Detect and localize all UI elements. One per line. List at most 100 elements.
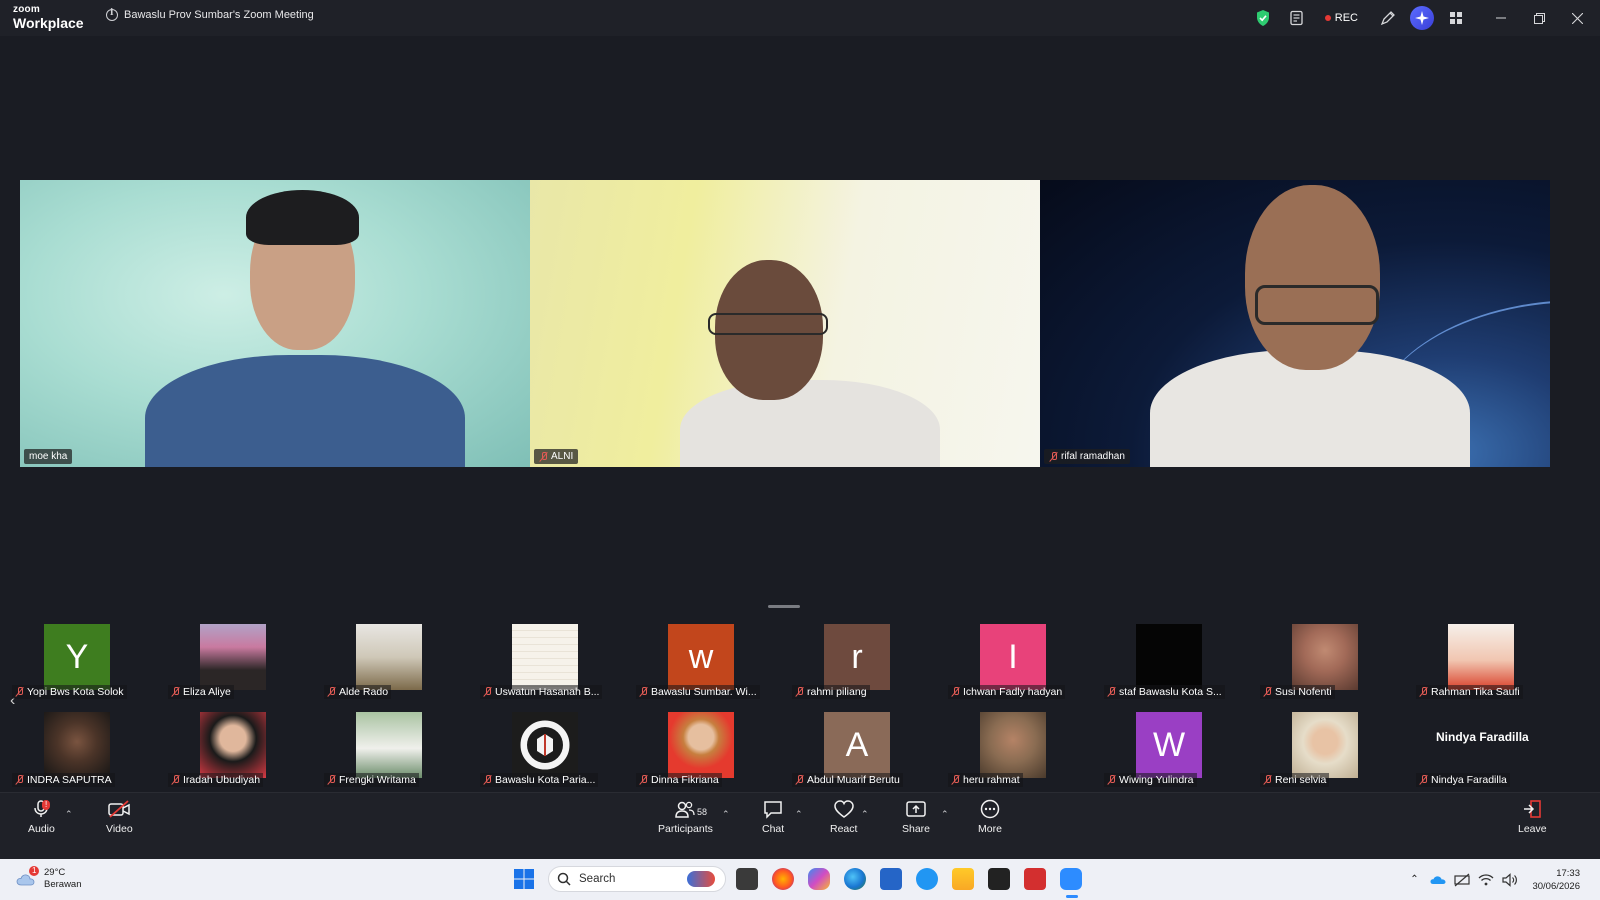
store-icon[interactable] [880, 868, 902, 890]
app-c-icon[interactable] [916, 868, 938, 890]
participant-hair [246, 190, 359, 245]
edge-icon[interactable] [844, 868, 866, 890]
wps-office-icon[interactable] [1024, 868, 1046, 890]
video-button[interactable]: Video [106, 799, 133, 835]
video-tile-moe-kha[interactable]: moe kha [20, 180, 530, 467]
mic-muted-icon [1419, 687, 1428, 697]
windows-start-icon[interactable] [513, 868, 535, 890]
mic-muted-icon [15, 775, 24, 785]
gallery-strip: Y Yopi Bws Kota Solok Eliza Aliye Alde R… [0, 622, 1600, 792]
apps-grid-icon[interactable] [1446, 8, 1466, 28]
mic-muted-icon [639, 775, 648, 785]
mic-muted-icon [171, 775, 180, 785]
gallery-tile[interactable]: W Wiwing Yulindra [1092, 710, 1247, 788]
participant-name: rahmi piliang [792, 685, 870, 699]
chat-button[interactable]: Chat [762, 799, 784, 835]
copilot-icon[interactable] [808, 868, 830, 890]
network-disabled-icon[interactable] [1450, 873, 1474, 887]
zoom-workplace-logo: zoom Workplace [13, 4, 84, 31]
share-caret-icon[interactable]: ⌃ [941, 809, 949, 820]
gallery-tile[interactable]: r rahmi piliang [780, 622, 935, 700]
gallery-tile[interactable]: A Abdul Muarif Berutu [780, 710, 935, 788]
restore-icon[interactable] [1520, 0, 1558, 36]
chat-caret-icon[interactable]: ⌃ [795, 809, 803, 820]
react-caret-icon[interactable]: ⌃ [861, 809, 869, 820]
weather-widget[interactable]: 1 29°C Berawan [16, 866, 82, 891]
share-button[interactable]: Share [902, 799, 930, 835]
heart-icon [833, 800, 854, 818]
mic-muted-icon [327, 687, 336, 697]
onedrive-cloud-icon[interactable] [1426, 875, 1450, 885]
gallery-tile[interactable]: Reni selvia [1248, 710, 1403, 788]
mic-muted-icon [1107, 775, 1116, 785]
wifi-icon[interactable] [1474, 873, 1498, 886]
search-highlight-icon [687, 871, 715, 887]
leave-door-icon [1524, 800, 1542, 818]
meeting-toolbar: Audio ! ⌃ Video Participants 58 ⌃ Chat ⌃… [0, 792, 1600, 859]
minimize-icon[interactable] [1482, 0, 1520, 36]
gallery-tile[interactable]: Susi Nofenti [1248, 622, 1403, 700]
capcut-icon[interactable] [988, 868, 1010, 890]
info-icon[interactable] [106, 8, 118, 21]
avatar [1292, 624, 1358, 690]
zoom-app-icon[interactable] [1060, 868, 1082, 890]
recording-indicator[interactable]: REC [1324, 12, 1358, 24]
windows-taskbar: 1 29°C Berawan Search ⌃ 17:33 30/06/2026 [0, 859, 1600, 900]
participants-button[interactable]: Participants [658, 799, 713, 835]
search-placeholder: Search [579, 873, 616, 885]
mic-muted-icon [1049, 451, 1058, 462]
leave-button[interactable]: Leave [1518, 799, 1547, 835]
react-button[interactable]: React [830, 799, 857, 835]
participant-face [1245, 185, 1380, 370]
audio-options-caret-icon[interactable]: ⌃ [65, 809, 73, 820]
gallery-tile[interactable]: Uswatun Hasanah B... [468, 622, 623, 700]
taskbar-clock[interactable]: 17:33 30/06/2026 [1522, 867, 1600, 893]
participant-name: Nindya Faradilla [1416, 773, 1510, 787]
gallery-tile[interactable]: Nindya Faradilla Nindya Faradilla [1404, 710, 1559, 788]
gallery-resize-handle[interactable] [768, 605, 800, 608]
gallery-tile[interactable]: Alde Rado [312, 622, 467, 700]
gallery-tile[interactable]: Bawaslu Kota Paria... [468, 710, 623, 788]
gallery-tile[interactable]: w Bawaslu Sumbar. Wi... [624, 622, 779, 700]
more-button[interactable]: More [978, 799, 1002, 835]
gallery-tile[interactable]: Frengki Writama [312, 710, 467, 788]
ai-companion-icon[interactable] [1410, 6, 1434, 30]
participants-count: 58 [697, 807, 708, 817]
chevron-up-icon[interactable]: ⌃ [1402, 874, 1426, 885]
volume-icon[interactable] [1498, 872, 1522, 887]
participant-name: Dinna Fikriana [636, 773, 722, 787]
close-icon[interactable] [1558, 0, 1596, 36]
gallery-tile[interactable]: staf Bawaslu Kota S... [1092, 622, 1247, 700]
mic-muted-icon [539, 451, 548, 462]
participant-name: Uswatun Hasanah B... [480, 685, 603, 699]
weather-text: 29°C Berawan [44, 867, 82, 890]
gallery-tile[interactable]: heru rahmat [936, 710, 1091, 788]
file-explorer-icon[interactable] [952, 868, 974, 890]
gallery-tile[interactable]: Iradah Ubudiyah [156, 710, 311, 788]
whiteboard-pen-icon[interactable] [1378, 8, 1398, 28]
gallery-tile[interactable]: Rahman Tika Saufi [1404, 622, 1559, 700]
rec-dot-icon [1324, 15, 1331, 21]
avatar [1292, 712, 1358, 778]
video-tile-alni[interactable]: ALNI [530, 180, 1040, 467]
encryption-shield-icon[interactable] [1253, 8, 1273, 28]
participant-name: heru rahmat [948, 773, 1023, 787]
participants-caret-icon[interactable]: ⌃ [722, 809, 730, 820]
meeting-info[interactable]: Bawaslu Prov Sumbar's Zoom Meeting [106, 8, 314, 21]
gallery-tile[interactable]: INDRA SAPUTRA [0, 710, 155, 788]
bawaslu-seal-icon [517, 717, 573, 773]
gallery-tile[interactable]: Eliza Aliye [156, 622, 311, 700]
mic-muted-icon [171, 687, 180, 697]
gallery-tile[interactable]: Y Yopi Bws Kota Solok [0, 622, 155, 700]
gallery-tile[interactable]: I Ichwan Fadly hadyan [936, 622, 1091, 700]
video-tile-rifal-ramadhan[interactable]: rifal ramadhan [1040, 180, 1550, 467]
firefox-icon[interactable] [772, 868, 794, 890]
taskbar-search[interactable]: Search [548, 866, 726, 892]
task-view-icon[interactable] [736, 868, 758, 890]
mic-muted-icon [1263, 775, 1272, 785]
gallery-tile[interactable]: Dinna Fikriana [624, 710, 779, 788]
notes-icon[interactable] [1287, 8, 1307, 28]
participant-name: Rahman Tika Saufi [1416, 685, 1523, 699]
avatar [980, 712, 1046, 778]
mic-muted-icon [1263, 687, 1272, 697]
